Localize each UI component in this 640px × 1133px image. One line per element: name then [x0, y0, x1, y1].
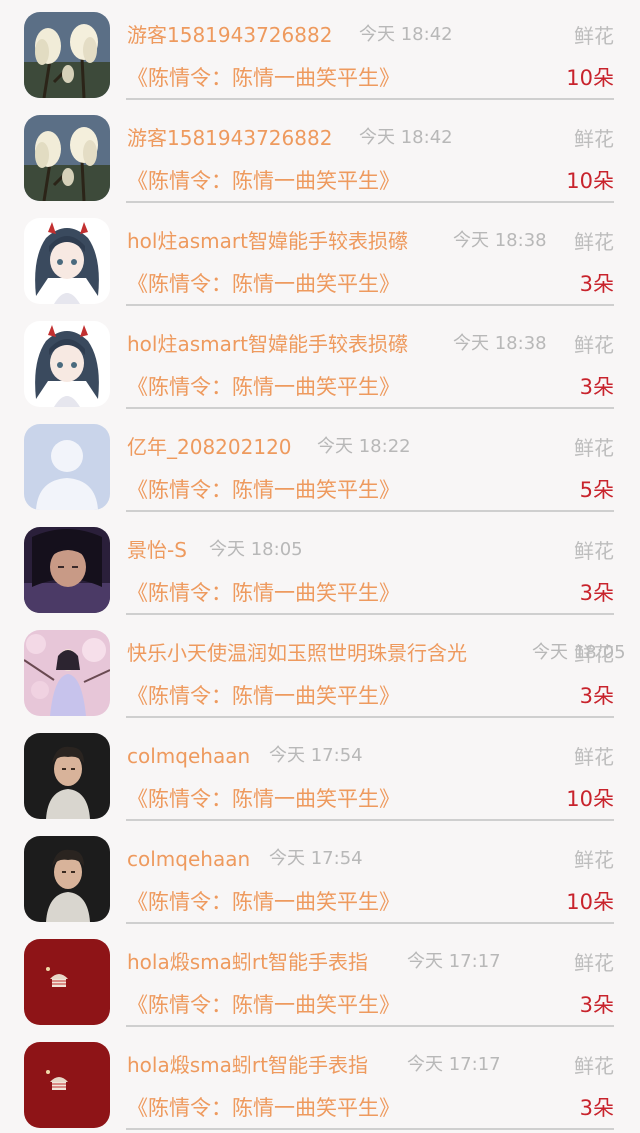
gift-type: 鲜花 [574, 1054, 614, 1078]
gift-count: 10朵 [566, 787, 614, 811]
gift-record-row[interactable]: colmqehaan 今天 17:54 鲜花 《陈情令：陈情一曲笑平生》 10朵 [0, 721, 640, 824]
send-time: 今天 17:17 [407, 1054, 501, 1075]
gift-type: 鲜花 [574, 539, 614, 563]
user-name[interactable]: colmqehaan [127, 743, 250, 769]
send-time: 今天 17:17 [407, 951, 501, 972]
blossom-girl-avatar[interactable] [24, 630, 110, 716]
send-time: 今天 18:38 [453, 230, 547, 251]
gift-type: 鲜花 [574, 127, 614, 151]
row-divider [126, 407, 614, 409]
anime-girl-avatar[interactable] [24, 218, 110, 304]
row-divider [126, 98, 614, 100]
user-name[interactable]: 亿年_208202120 [127, 434, 292, 460]
magnolia-flower-avatar[interactable] [24, 115, 110, 201]
gift-type: 鲜花 [574, 24, 614, 48]
gift-record-row[interactable]: hola煅sma蚓rt智能手表指 今天 17:17 鲜花 《陈情令：陈情一曲笑平… [0, 927, 640, 1030]
send-time: 今天 17:54 [269, 745, 363, 766]
send-time: 今天 18:42 [359, 127, 453, 148]
row-divider [126, 716, 614, 718]
row-divider [126, 613, 614, 615]
gift-type: 鲜花 [574, 333, 614, 357]
send-time: 今天 18:05 [209, 539, 303, 560]
young-man-avatar[interactable] [24, 836, 110, 922]
gift-count: 3朵 [579, 684, 614, 708]
gift-record-row[interactable]: hola煅sma蚓rt智能手表指 今天 17:17 鲜花 《陈情令：陈情一曲笑平… [0, 1030, 640, 1133]
gift-count: 5朵 [579, 478, 614, 502]
user-name[interactable]: 游客1581943726882 [127, 125, 332, 151]
gift-record-row[interactable]: 快乐小天使温润如玉照世明珠景行含光 今天 18:05 鲜花 《陈情令：陈情一曲笑… [0, 618, 640, 721]
gift-type: 鲜花 [574, 436, 614, 460]
gift-count: 3朵 [579, 581, 614, 605]
work-title[interactable]: 《陈情令：陈情一曲笑平生》 [127, 373, 400, 401]
row-divider [126, 819, 614, 821]
row-divider [126, 201, 614, 203]
dark-portrait-avatar[interactable] [24, 527, 110, 613]
work-title[interactable]: 《陈情令：陈情一曲笑平生》 [127, 579, 400, 607]
row-divider [126, 304, 614, 306]
gift-type: 鲜花 [574, 230, 614, 254]
row-divider [126, 1128, 614, 1130]
gift-record-row[interactable]: 游客1581943726882 今天 18:42 鲜花 《陈情令：陈情一曲笑平生… [0, 0, 640, 103]
work-title[interactable]: 《陈情令：陈情一曲笑平生》 [127, 64, 400, 92]
work-title[interactable]: 《陈情令：陈情一曲笑平生》 [127, 785, 400, 813]
work-title[interactable]: 《陈情令：陈情一曲笑平生》 [127, 991, 400, 1019]
work-title[interactable]: 《陈情令：陈情一曲笑平生》 [127, 682, 400, 710]
user-name[interactable]: hola煅sma蚓rt智能手表指 [127, 949, 368, 975]
gift-count: 3朵 [579, 1096, 614, 1120]
user-name[interactable]: 快乐小天使温润如玉照世明珠景行含光 [127, 640, 467, 666]
gift-record-row[interactable]: hol炷asmart智媁能手较表损礤 今天 18:38 鲜花 《陈情令：陈情一曲… [0, 206, 640, 309]
gift-count: 3朵 [579, 272, 614, 296]
gift-record-row[interactable]: 游客1581943726882 今天 18:42 鲜花 《陈情令：陈情一曲笑平生… [0, 103, 640, 206]
default-person-avatar[interactable] [24, 424, 110, 510]
work-title[interactable]: 《陈情令：陈情一曲笑平生》 [127, 167, 400, 195]
gift-type: 鲜花 [574, 951, 614, 975]
anime-girl-avatar[interactable] [24, 321, 110, 407]
row-divider [126, 922, 614, 924]
gift-record-row[interactable]: colmqehaan 今天 17:54 鲜花 《陈情令：陈情一曲笑平生》 10朵 [0, 824, 640, 927]
red-logo-avatar[interactable] [24, 939, 110, 1025]
gift-count: 10朵 [566, 890, 614, 914]
magnolia-flower-avatar[interactable] [24, 12, 110, 98]
gift-record-row[interactable]: 亿年_208202120 今天 18:22 鲜花 《陈情令：陈情一曲笑平生》 5… [0, 412, 640, 515]
gift-count: 3朵 [579, 993, 614, 1017]
gift-count: 10朵 [566, 169, 614, 193]
user-name[interactable]: hol炷asmart智媁能手较表损礤 [127, 228, 408, 254]
user-name[interactable]: 景怡-S [127, 537, 187, 563]
red-logo-avatar[interactable] [24, 1042, 110, 1128]
gift-type: 鲜花 [574, 745, 614, 769]
user-name[interactable]: hola煅sma蚓rt智能手表指 [127, 1052, 368, 1078]
send-time: 今天 18:22 [317, 436, 411, 457]
young-man-avatar[interactable] [24, 733, 110, 819]
work-title[interactable]: 《陈情令：陈情一曲笑平生》 [127, 888, 400, 916]
send-time: 今天 18:38 [453, 333, 547, 354]
row-divider [126, 1025, 614, 1027]
send-time: 今天 18:42 [359, 24, 453, 45]
send-time: 今天 17:54 [269, 848, 363, 869]
gift-count: 3朵 [579, 375, 614, 399]
gift-record-list: 游客1581943726882 今天 18:42 鲜花 《陈情令：陈情一曲笑平生… [0, 0, 640, 1130]
work-title[interactable]: 《陈情令：陈情一曲笑平生》 [127, 270, 400, 298]
work-title[interactable]: 《陈情令：陈情一曲笑平生》 [127, 1094, 400, 1122]
gift-record-row[interactable]: hol炷asmart智媁能手较表损礤 今天 18:38 鲜花 《陈情令：陈情一曲… [0, 309, 640, 412]
user-name[interactable]: colmqehaan [127, 846, 250, 872]
row-divider [126, 510, 614, 512]
gift-type: 鲜花 [574, 848, 614, 872]
gift-record-row[interactable]: 景怡-S 今天 18:05 鲜花 《陈情令：陈情一曲笑平生》 3朵 [0, 515, 640, 618]
user-name[interactable]: hol炷asmart智媁能手较表损礤 [127, 331, 408, 357]
gift-type: 鲜花 [574, 642, 614, 666]
gift-count: 10朵 [566, 66, 614, 90]
user-name[interactable]: 游客1581943726882 [127, 22, 332, 48]
work-title[interactable]: 《陈情令：陈情一曲笑平生》 [127, 476, 400, 504]
